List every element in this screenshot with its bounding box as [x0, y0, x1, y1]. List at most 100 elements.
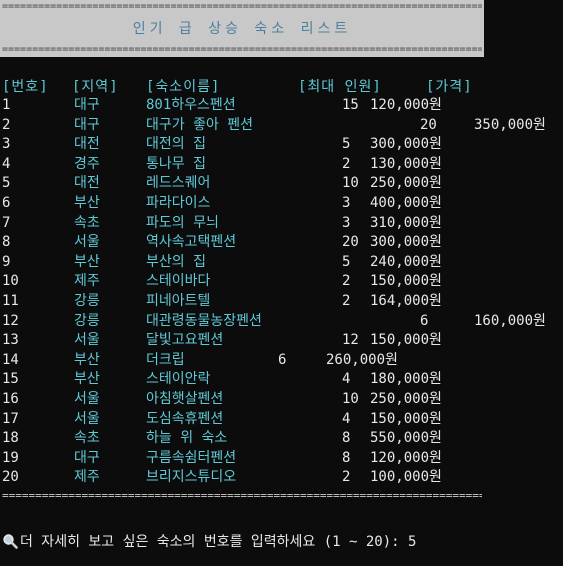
- table-row: 14 부산 더크립 6 260,000원: [0, 351, 563, 371]
- header-number: [번호]: [2, 79, 49, 95]
- row-region: 대전: [74, 175, 100, 192]
- row-max: 2: [342, 155, 351, 172]
- row-name: 달빛고요펜션: [146, 332, 224, 349]
- separator-line-top: ========================================…: [2, 2, 482, 12]
- row-number: 5: [2, 175, 11, 192]
- row-number: 11: [2, 292, 19, 309]
- row-max: 20: [420, 116, 437, 133]
- row-name: 스테이안락: [146, 371, 211, 388]
- row-price: 300,000원: [370, 234, 442, 251]
- row-max: 5: [342, 253, 351, 270]
- row-name: 통나무 집: [146, 155, 206, 172]
- row-price: 120,000원: [370, 97, 442, 113]
- table-row: 13 서울 달빛고요펜션 12 150,000원: [0, 331, 563, 351]
- separator-line-title-bottom: ========================================…: [2, 45, 482, 55]
- row-region: 부산: [74, 351, 100, 368]
- row-number: 9: [2, 253, 11, 270]
- magnifier-icon: [2, 533, 18, 549]
- row-max: 12: [342, 332, 359, 349]
- row-number: 18: [2, 430, 19, 447]
- row-max: 2: [342, 292, 351, 309]
- row-price: 310,000원: [370, 214, 442, 231]
- row-name: 스테이바다: [146, 273, 211, 290]
- row-number: 16: [2, 390, 19, 407]
- table-row: 16 서울 아침햇살펜션 10 250,000원: [0, 390, 563, 410]
- row-region: 경주: [74, 155, 100, 172]
- row-price: 250,000원: [370, 390, 442, 407]
- table-row: 3 대전 대전의 집 5 300,000원: [0, 135, 563, 155]
- header-price: [가격]: [426, 79, 473, 95]
- row-name: 하늘 위 숙소: [146, 430, 228, 447]
- row-max: 4: [342, 371, 351, 388]
- row-price: 164,000원: [370, 292, 442, 309]
- row-region: 강릉: [74, 292, 100, 309]
- row-max: 3: [342, 214, 351, 231]
- row-name: 대구가 좋아 펜션: [146, 116, 254, 133]
- row-name: 파도의 무늬: [146, 214, 219, 231]
- row-number: 12: [2, 312, 19, 329]
- row-price: 150,000원: [370, 273, 442, 290]
- table-row: 19 대구 구름속쉼터펜션 8 120,000원: [0, 449, 563, 469]
- row-price: 550,000원: [370, 430, 442, 447]
- row-region: 제주: [74, 273, 100, 290]
- table-header: [번호] [지역] [숙소이름] [최대 인원] [가격]: [0, 78, 563, 96]
- row-price: 260,000원: [326, 351, 398, 368]
- row-name: 아침햇살펜션: [146, 390, 224, 407]
- row-name: 부산의 집: [146, 253, 206, 270]
- row-region: 부산: [74, 371, 100, 388]
- row-name: 피네아트텔: [146, 292, 211, 309]
- row-region: 대구: [74, 116, 100, 133]
- header-max: [최대 인원]: [298, 79, 382, 95]
- row-number: 15: [2, 371, 19, 388]
- table-row: 2 대구 대구가 좋아 펜션 20 350,000원: [0, 116, 563, 136]
- prompt-text: 더 자세히 보고 싶은 숙소의 번호를 입력하세요 (1 ~ 20):: [20, 534, 409, 550]
- row-price: 180,000원: [370, 371, 442, 388]
- row-max: 4: [342, 410, 351, 427]
- row-region: 대전: [74, 136, 100, 153]
- row-number: 7: [2, 214, 11, 231]
- page-title: 인기 급 상승 숙소 리스트: [132, 21, 352, 37]
- row-max: 10: [342, 390, 359, 407]
- row-price: 240,000원: [370, 253, 442, 270]
- title-banner: ========================================…: [0, 0, 484, 57]
- row-region: 서울: [74, 234, 100, 251]
- row-number: 14: [2, 351, 19, 368]
- row-number: 3: [2, 136, 11, 153]
- row-region: 강릉: [74, 312, 100, 329]
- lodging-list: 1 대구 801하우스펜션 15 120,000원 2 대구 대구가 좋아 펜션 20 350,0…: [0, 96, 563, 488]
- row-name: 더크립: [146, 351, 185, 368]
- row-name: 구름속쉼터펜션: [146, 449, 237, 466]
- row-max: 3: [342, 194, 351, 211]
- row-max: 6: [278, 351, 287, 368]
- table-row: 11 강릉 피네아트텔 2 164,000원: [0, 292, 563, 312]
- input-prompt[interactable]: 더 자세히 보고 싶은 숙소의 번호를 입력하세요 (1 ~ 20): 5: [2, 532, 563, 552]
- row-price: 100,000원: [370, 469, 442, 486]
- row-name: 대전의 집: [146, 136, 206, 153]
- table-row: 10 제주 스테이바다 2 150,000원: [0, 272, 563, 292]
- table-row: 17 서울 도심속휴펜션 4 150,000원: [0, 410, 563, 430]
- table-row: 20 제주 브리지스튜디오 2 100,000원: [0, 468, 563, 488]
- row-region: 서울: [74, 410, 100, 427]
- row-number: 17: [2, 410, 19, 427]
- row-region: 대구: [74, 97, 100, 113]
- row-region: 부산: [74, 194, 100, 211]
- row-price: 400,000원: [370, 194, 442, 211]
- table-row: 1 대구 801하우스펜션 15 120,000원: [0, 96, 563, 116]
- row-price: 300,000원: [370, 136, 442, 153]
- row-number: 20: [2, 469, 19, 486]
- row-number: 4: [2, 155, 11, 172]
- row-max: 20: [342, 234, 359, 251]
- table-row: 9 부산 부산의 집 5 240,000원: [0, 253, 563, 273]
- table-row: 7 속초 파도의 무늬 3 310,000원: [0, 214, 563, 234]
- table-row: 6 부산 파라다이스 3 400,000원: [0, 194, 563, 214]
- row-price: 150,000원: [370, 332, 442, 349]
- table-row: 5 대전 레드스퀘어 10 250,000원: [0, 174, 563, 194]
- row-max: 10: [342, 175, 359, 192]
- prompt-input-value[interactable]: 5: [408, 534, 416, 550]
- row-name: 대관령동물농장펜션: [146, 312, 262, 329]
- row-number: 10: [2, 273, 19, 290]
- row-max: 2: [342, 469, 351, 486]
- row-number: 19: [2, 449, 19, 466]
- row-number: 2: [2, 116, 11, 133]
- row-number: 13: [2, 332, 19, 349]
